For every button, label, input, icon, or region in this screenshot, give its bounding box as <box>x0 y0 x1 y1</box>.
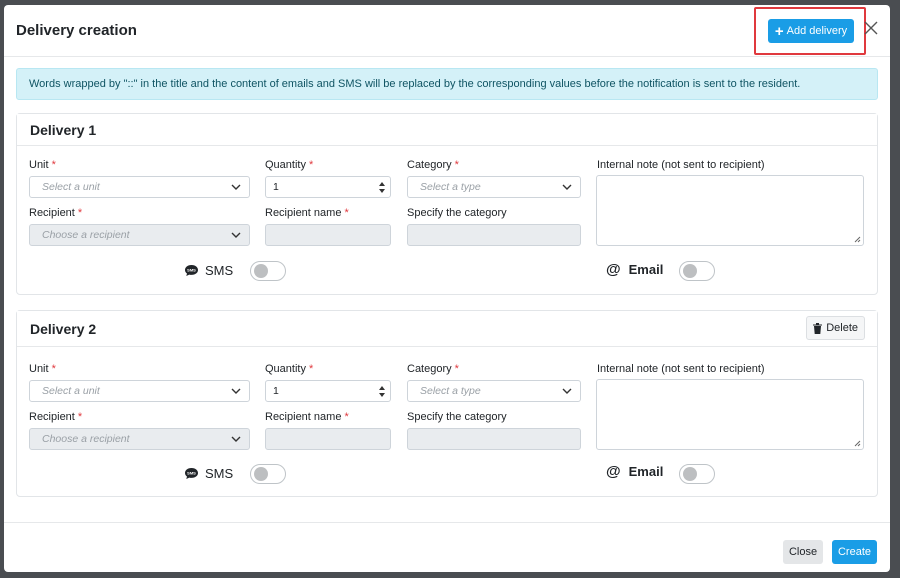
specify-category-field[interactable] <box>407 428 581 450</box>
toggle-knob <box>683 467 697 481</box>
card-title: Delivery 2 <box>30 320 97 337</box>
chevron-down-icon <box>562 184 572 190</box>
create-button[interactable]: Create <box>832 540 877 564</box>
email-toggle-label: @ Email <box>606 261 664 278</box>
quantity-stepper[interactable]: 1 <box>265 176 391 198</box>
recipient-label: Recipient * <box>29 207 83 219</box>
modal-footer: Close Create <box>4 522 890 572</box>
sms-toggle-label: SMS SMS <box>184 263 233 278</box>
recipient-select[interactable]: Choose a recipient <box>29 224 250 246</box>
resize-grip-icon[interactable] <box>854 440 861 447</box>
close-button[interactable]: Close <box>783 540 823 564</box>
modal-title: Delivery creation <box>16 22 137 39</box>
delivery-creation-modal: Delivery creation + Add delivery Words w… <box>4 5 890 572</box>
email-toggle[interactable] <box>679 464 715 484</box>
card-header: Delivery 2 Delete <box>17 311 877 347</box>
unit-label: Unit * <box>29 159 56 171</box>
delivery-card-2: Delivery 2 Delete Unit * Select a unit Qu… <box>16 310 878 497</box>
toggle-knob <box>254 467 268 481</box>
svg-text:SMS: SMS <box>187 268 196 273</box>
chevron-down-icon <box>231 184 241 190</box>
recipient-name-label: Recipient name * <box>265 207 349 219</box>
category-select[interactable]: Select a type <box>407 380 581 402</box>
specify-category-label: Specify the category <box>407 411 507 423</box>
sms-toggle-label: SMS SMS <box>184 466 233 481</box>
recipient-select[interactable]: Choose a recipient <box>29 428 250 450</box>
unit-select[interactable]: Select a unit <box>29 380 250 402</box>
trash-icon <box>813 322 823 334</box>
card-title: Delivery 1 <box>30 121 97 138</box>
quantity-label: Quantity * <box>265 159 314 171</box>
quantity-stepper[interactable]: 1 <box>265 380 391 402</box>
quantity-label: Quantity * <box>265 363 314 375</box>
resize-grip-icon[interactable] <box>854 236 861 243</box>
recipient-name-label: Recipient name * <box>265 411 349 423</box>
info-message: Words wrapped by "::" in the title and t… <box>29 78 801 90</box>
info-alert: Words wrapped by "::" in the title and t… <box>16 68 878 100</box>
internal-note-textarea[interactable] <box>596 175 864 246</box>
internal-note-label: Internal note (not sent to recipient) <box>597 363 765 375</box>
unit-label: Unit * <box>29 363 56 375</box>
stepper-icon[interactable] <box>378 180 386 195</box>
close-icon[interactable] <box>864 21 878 35</box>
category-select[interactable]: Select a type <box>407 176 581 198</box>
sms-toggle[interactable] <box>250 464 286 484</box>
email-toggle-label: @ Email <box>606 463 664 480</box>
chevron-down-icon <box>231 232 241 238</box>
email-toggle[interactable] <box>679 261 715 281</box>
category-label: Category * <box>407 363 459 375</box>
recipient-label: Recipient * <box>29 411 83 423</box>
sms-toggle[interactable] <box>250 261 286 281</box>
chevron-down-icon <box>231 436 241 442</box>
at-icon: @ <box>606 261 621 278</box>
category-label: Category * <box>407 159 459 171</box>
specify-category-field[interactable] <box>407 224 581 246</box>
delete-button[interactable]: Delete <box>806 316 865 340</box>
chevron-down-icon <box>231 388 241 394</box>
stepper-icon[interactable] <box>378 384 386 399</box>
unit-select[interactable]: Select a unit <box>29 176 250 198</box>
chevron-down-icon <box>562 388 572 394</box>
at-icon: @ <box>606 463 621 480</box>
toggle-knob <box>254 264 268 278</box>
svg-text:SMS: SMS <box>187 471 196 476</box>
sms-icon: SMS <box>185 265 198 276</box>
add-delivery-button[interactable]: + Add delivery <box>768 19 854 43</box>
delivery-card-1: Delivery 1 Unit * Select a unit Quantity *… <box>16 113 878 295</box>
card-header: Delivery 1 <box>17 114 877 146</box>
recipient-name-field[interactable] <box>265 428 391 450</box>
toggle-knob <box>683 264 697 278</box>
internal-note-textarea[interactable] <box>596 379 864 450</box>
internal-note-label: Internal note (not sent to recipient) <box>597 159 765 171</box>
sms-icon: SMS <box>185 468 198 479</box>
add-delivery-label: Add delivery <box>786 25 848 37</box>
recipient-name-field[interactable] <box>265 224 391 246</box>
specify-category-label: Specify the category <box>407 207 507 219</box>
plus-icon: + <box>774 22 784 40</box>
